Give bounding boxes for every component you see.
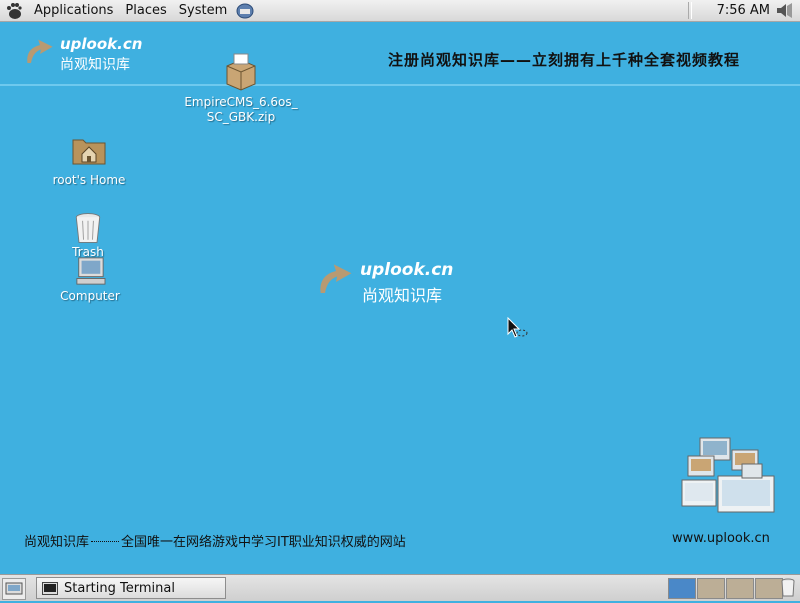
bottom-panel: Starting Terminal (0, 574, 800, 601)
trash-applet-icon[interactable] (780, 578, 796, 597)
terminal-icon (42, 581, 58, 595)
desktop-icon-computer[interactable]: Computer (52, 256, 128, 304)
banner-logo: uplook.cn 尚观知识库 (20, 34, 150, 74)
menu-system[interactable]: System (173, 0, 233, 21)
center-brand: uplook.cn (360, 260, 454, 280)
computers-illustration-icon (681, 437, 775, 513)
top-panel: Applications Places System 7:56 AM (0, 0, 800, 22)
taskbar-button-label: Starting Terminal (64, 580, 175, 596)
gnome-foot-icon[interactable] (5, 2, 23, 20)
computer-icon (76, 257, 106, 285)
uplook-center-logo-icon (320, 264, 352, 293)
menu-applications[interactable]: Applications (28, 0, 119, 21)
home-label: root's Home (52, 173, 126, 187)
uplook-logo-icon (27, 39, 53, 63)
mouse-cursor-icon (507, 317, 528, 338)
center-brand-cn: 尚观知识库 (362, 286, 443, 305)
footer-dots (91, 541, 120, 542)
desktop-icon-zip[interactable]: EmpireCMS_6.6os_ SC_GBK.zip (176, 52, 306, 125)
archive-icon (226, 53, 256, 91)
home-folder-icon (72, 139, 106, 165)
zip-label-line1: EmpireCMS_6.6os_ (184, 95, 298, 109)
center-logo: uplook.cn 尚观知识库 (312, 258, 472, 308)
desktop-icon-trash[interactable]: Trash (62, 210, 114, 260)
computer-label: Computer (60, 289, 120, 303)
banner-brand-cn: 尚观知识库 (60, 57, 130, 73)
banner-brand: uplook.cn (60, 35, 143, 53)
workspace-3[interactable] (726, 578, 754, 599)
trash-icon (75, 213, 101, 243)
clock[interactable]: 7:56 AM (717, 0, 770, 21)
show-desktop-icon (5, 582, 23, 595)
workspace-switcher (668, 578, 784, 599)
banner-slogan: 注册尚观知识库——立刻拥有上千种全套视频教程 (388, 51, 741, 69)
menu-places[interactable]: Places (119, 0, 172, 21)
workspace-1[interactable] (668, 578, 696, 599)
footer-left-cn: 尚观知识库 (24, 535, 90, 550)
workspace-4[interactable] (755, 578, 783, 599)
network-status-icon[interactable] (235, 3, 255, 19)
panel-separator (688, 2, 692, 19)
taskbar-button-terminal[interactable]: Starting Terminal (36, 577, 226, 599)
desktop-icon-home[interactable]: root's Home (46, 130, 132, 188)
footer-tagline: 尚观知识库 全国唯一在网络游戏中学习IT职业知识权威的网站 (24, 531, 406, 550)
volume-icon[interactable] (775, 2, 793, 19)
workspace-2[interactable] (697, 578, 725, 599)
footer-website: www.uplook.cn (672, 531, 770, 546)
zip-label-line2: SC_GBK.zip (206, 110, 276, 124)
banner-divider (0, 84, 800, 86)
show-desktop-button[interactable] (2, 578, 26, 600)
footer-right-cn: 全国唯一在网络游戏中学习IT职业知识权威的网站 (121, 535, 406, 550)
